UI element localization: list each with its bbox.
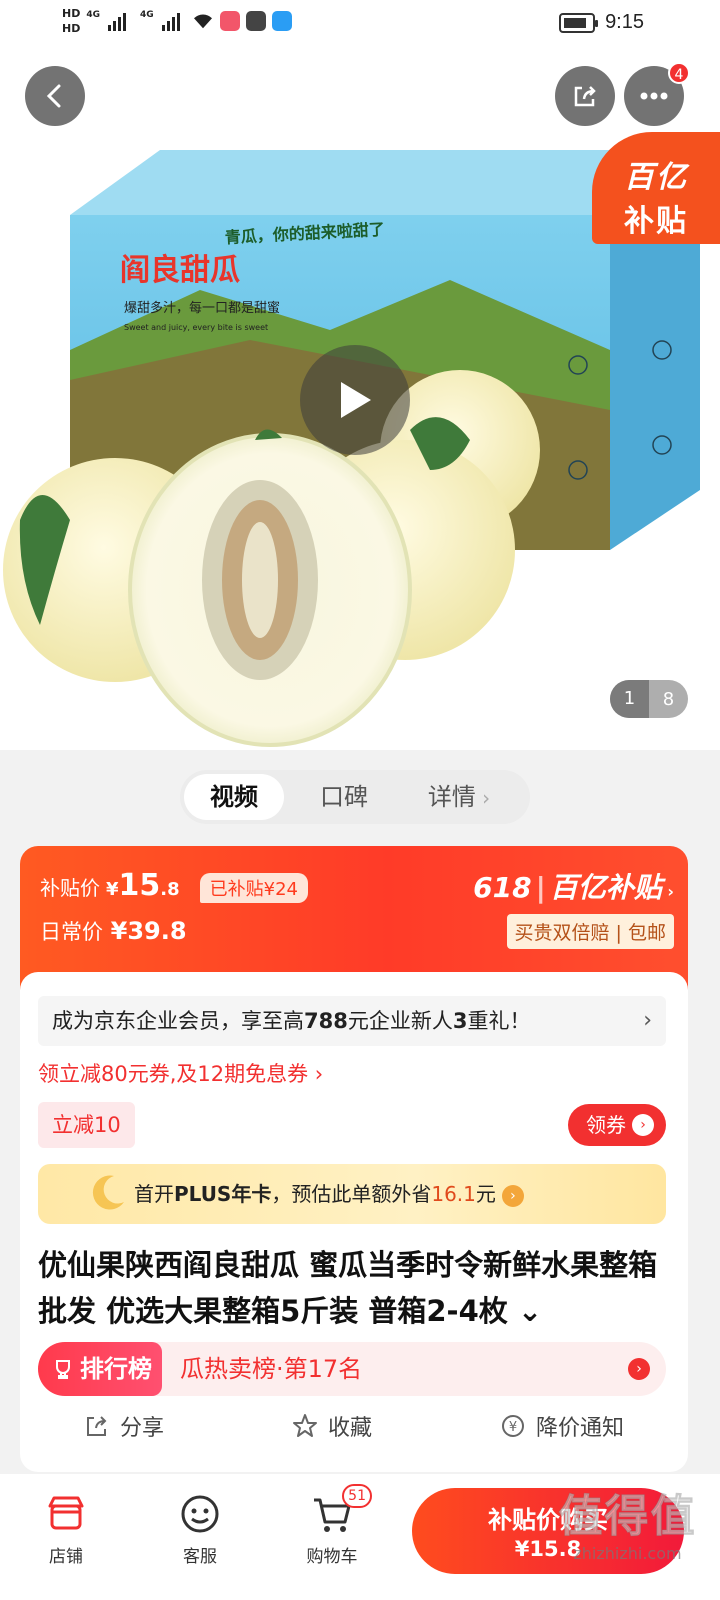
play-video-button[interactable] xyxy=(300,345,410,455)
guarantee-tag: 买贵双倍赔 | 包邮 xyxy=(506,914,674,949)
chevron-right-icon: › xyxy=(643,1008,652,1033)
plus-membership-banner[interactable]: 首开PLUS年卡，预估此单额外省16.1元 › xyxy=(38,1164,666,1224)
ranking-row[interactable]: 排行榜 瓜热卖榜·第17名 › xyxy=(38,1342,666,1396)
chevron-right-icon: › xyxy=(632,1114,654,1136)
chevron-right-icon: › xyxy=(628,1358,650,1380)
network-type-1: 4G xyxy=(86,10,100,20)
customer-service-icon xyxy=(181,1495,219,1533)
coupon-offer-link[interactable]: 领立减80元券,及12期免息券 › xyxy=(38,1056,323,1092)
chevron-right-icon: › xyxy=(501,1185,524,1207)
product-title[interactable]: 优仙果陕西阎良甜瓜 蜜瓜当季时令新鲜水果整箱批发 优选大果整箱5斤装 普箱2-4… xyxy=(38,1242,668,1334)
nav-shop[interactable]: 店铺 xyxy=(16,1492,116,1567)
chevron-left-icon xyxy=(46,84,61,108)
more-icon xyxy=(640,92,668,100)
subsidy-price-label: 补贴价 xyxy=(40,876,100,900)
box-title: 阎良甜瓜 xyxy=(120,253,240,288)
moon-icon xyxy=(92,1175,124,1210)
action-bar: 分享 收藏 ¥ 降价通知 xyxy=(20,1404,688,1448)
shop-icon xyxy=(48,1496,84,1530)
app-notification-icon-2 xyxy=(245,11,266,31)
share-icon xyxy=(574,86,596,107)
box-slogan: 爆甜多汁，每一口都是甜蜜 xyxy=(124,300,280,316)
signal-icon xyxy=(108,11,126,31)
ranking-tag: 排行榜 xyxy=(38,1342,162,1396)
status-bar: HD HD 4G 4G 9:15 xyxy=(0,0,720,50)
box-english: Sweet and juicy, every bite is sweet xyxy=(124,323,268,332)
subsidy-price: ¥15.8 xyxy=(106,868,180,903)
favorite-action[interactable]: 收藏 xyxy=(292,1410,372,1442)
price-alert-action[interactable]: ¥ 降价通知 xyxy=(500,1410,624,1442)
ranking-text: 瓜热卖榜·第17名 xyxy=(180,1355,363,1383)
svg-text:¥: ¥ xyxy=(509,1420,517,1435)
product-info-card: 成为京东企业会员，享至高788元企业新人3重礼！ › 领立减80元券,及12期免… xyxy=(20,972,688,1472)
subsidy-brand[interactable]: 618 | 百亿补贴 › 买贵双倍赔 | 包邮 xyxy=(473,866,674,949)
wifi-icon xyxy=(193,14,212,29)
back-button[interactable] xyxy=(25,66,85,126)
signal-icon-2 xyxy=(161,11,180,31)
tab-video[interactable]: 视频 xyxy=(184,774,284,820)
notification-badge: 4 xyxy=(668,62,690,84)
star-icon xyxy=(292,1414,317,1437)
subsidy-corner-badge: 百亿 补贴 xyxy=(592,132,720,244)
tab-reviews[interactable]: 口碑 xyxy=(284,774,404,820)
app-notification-icon-3 xyxy=(271,11,292,31)
clock: 9:15 xyxy=(605,11,644,33)
hd-indicator: HD HD xyxy=(62,7,81,35)
trophy-icon xyxy=(56,1360,70,1379)
battery-icon xyxy=(559,12,599,33)
nav-cart[interactable]: 51 购物车 xyxy=(282,1484,382,1567)
subsidized-amount-tag: 已补贴¥24 xyxy=(199,873,309,903)
bottom-nav: 店铺 客服 51 购物车 补贴价购买 ¥15.8 xyxy=(0,1474,720,1600)
nav-customer-service[interactable]: 客服 xyxy=(150,1492,250,1567)
instant-discount-tag: 立减10 xyxy=(38,1102,135,1148)
cart-count-badge: 51 xyxy=(342,1484,372,1508)
app-notification-icon-1 xyxy=(219,11,240,31)
get-coupon-button[interactable]: 领券 › xyxy=(568,1104,666,1146)
share-button[interactable] xyxy=(555,66,615,126)
share-icon xyxy=(86,1416,107,1436)
content-tabs: 视频 口碑 详情 › xyxy=(180,770,530,824)
tab-details[interactable]: 详情 › xyxy=(404,774,514,820)
buy-with-subsidy-button[interactable]: 补贴价购买 ¥15.8 xyxy=(412,1488,684,1574)
share-action[interactable]: 分享 xyxy=(84,1410,164,1442)
product-gallery[interactable]: 阎良甜瓜 爆甜多汁，每一口都是甜蜜 Sweet and juicy, every… xyxy=(0,50,720,750)
price-drop-icon: ¥ xyxy=(501,1415,524,1437)
product-detail-page: HD HD 4G 4G 9:15 阎良甜瓜 爆甜多汁，每一口都是甜蜜 Sweet… xyxy=(0,0,720,1600)
play-icon xyxy=(341,382,371,418)
enterprise-member-banner[interactable]: 成为京东企业会员，享至高788元企业新人3重礼！ › xyxy=(38,996,666,1046)
daily-price: 日常价 ¥39.8 xyxy=(40,917,187,945)
image-pager: 1 8 xyxy=(610,680,688,718)
more-button[interactable]: 4 xyxy=(624,62,690,126)
network-type-2: 4G xyxy=(140,10,154,20)
